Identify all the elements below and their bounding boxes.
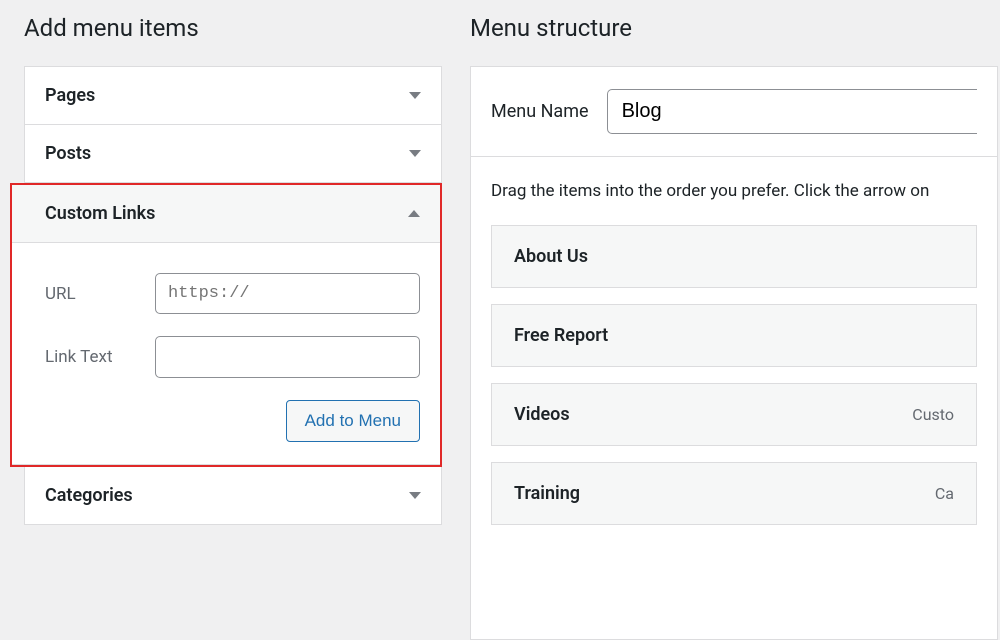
menu-item-title: Free Report xyxy=(514,325,608,346)
menu-item[interactable]: Videos Custo xyxy=(491,383,977,446)
menu-item[interactable]: About Us xyxy=(491,225,977,288)
accordion-posts[interactable]: Posts xyxy=(25,125,441,183)
chevron-down-icon xyxy=(409,92,421,99)
chevron-down-icon xyxy=(409,492,421,499)
accordion-pages[interactable]: Pages xyxy=(25,67,441,125)
chevron-up-icon xyxy=(408,210,420,217)
highlight-box: Custom Links URL Link Text Add to Menu xyxy=(10,183,442,467)
url-input[interactable] xyxy=(155,273,420,314)
link-text-input[interactable] xyxy=(155,336,420,378)
accordion-panel: Pages Posts Custom Links URL xyxy=(24,66,442,525)
menu-structure-heading: Menu structure xyxy=(470,14,998,42)
chevron-down-icon xyxy=(409,150,421,157)
accordion-posts-label: Posts xyxy=(45,143,91,164)
menu-item-type: Ca xyxy=(935,484,954,503)
menu-name-input[interactable] xyxy=(607,89,977,134)
menu-item-title: Videos xyxy=(514,404,570,425)
menu-structure-panel: Menu Name Drag the items into the order … xyxy=(470,66,998,640)
add-menu-items-column: Add menu items Pages Posts Custom Links … xyxy=(2,2,442,588)
accordion-custom-links[interactable]: Custom Links xyxy=(12,185,440,243)
add-to-menu-button[interactable]: Add to Menu xyxy=(286,400,420,442)
accordion-pages-label: Pages xyxy=(45,85,95,106)
custom-links-body: URL Link Text Add to Menu xyxy=(12,243,440,465)
accordion-categories-label: Categories xyxy=(45,485,133,506)
accordion-custom-links-label: Custom Links xyxy=(45,203,155,224)
menu-item[interactable]: Free Report xyxy=(491,304,977,367)
url-label: URL xyxy=(45,284,155,304)
add-menu-items-heading: Add menu items xyxy=(24,14,442,42)
instructions-text: Drag the items into the order you prefer… xyxy=(471,157,997,225)
menu-item-title: About Us xyxy=(514,246,588,267)
menu-item-type: Custo xyxy=(912,405,954,424)
menu-item-title: Training xyxy=(514,483,580,504)
menu-items-list: About Us Free Report Videos Custo Traini… xyxy=(471,225,997,525)
menu-name-label: Menu Name xyxy=(491,101,589,122)
menu-name-row: Menu Name xyxy=(471,67,997,157)
menu-structure-column: Menu structure Menu Name Drag the items … xyxy=(470,2,998,588)
menu-item[interactable]: Training Ca xyxy=(491,462,977,525)
accordion-categories[interactable]: Categories xyxy=(25,467,441,524)
link-text-label: Link Text xyxy=(45,347,155,367)
